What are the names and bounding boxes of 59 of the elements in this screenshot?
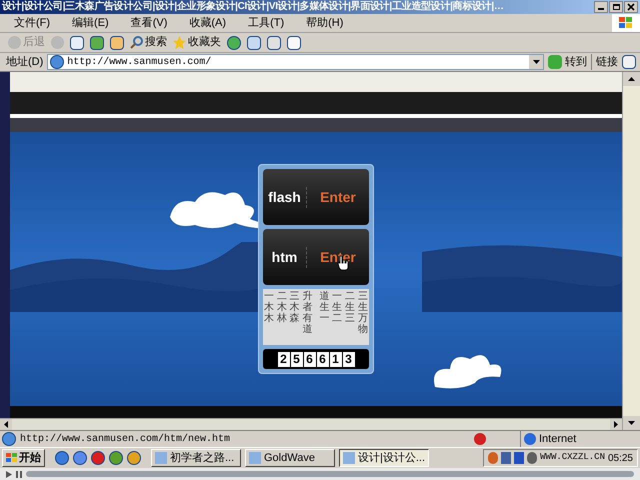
clock: 05:25 xyxy=(608,452,633,466)
counter-digit: 2 xyxy=(278,352,290,366)
scroll-up-icon[interactable] xyxy=(628,77,635,81)
close-button[interactable] xyxy=(624,1,638,13)
restore-button[interactable] xyxy=(609,1,623,13)
start-button[interactable]: 开始 xyxy=(2,449,45,467)
favorites-button[interactable]: 收藏夹 xyxy=(173,34,221,51)
dropdown-button[interactable] xyxy=(529,55,543,69)
poem-column: 一木木 xyxy=(264,291,274,345)
counter-digit: 6 xyxy=(316,352,328,366)
task-button[interactable]: GoldWave xyxy=(245,449,335,467)
links-button[interactable]: 链接 xyxy=(591,54,618,70)
star-icon xyxy=(173,36,186,49)
task-button[interactable]: 设计|设计公... xyxy=(339,449,429,467)
window-icon xyxy=(343,452,355,464)
menu-item[interactable]: 编辑(E) xyxy=(66,14,115,32)
search-button[interactable]: 搜索 xyxy=(130,34,167,51)
status-text: http://www.sanmusen.com/htm/new.htm xyxy=(20,432,232,446)
poem-column: 三木森 xyxy=(290,291,300,345)
menu-item[interactable]: 收藏(A) xyxy=(183,14,232,32)
windows-logo-icon xyxy=(612,14,640,32)
search-icon xyxy=(130,36,143,49)
caret-icon xyxy=(532,60,540,64)
menu-item[interactable]: 查看(V) xyxy=(124,14,174,32)
window-icon xyxy=(249,452,261,464)
scroll-right-icon[interactable] xyxy=(614,421,618,428)
window-title: 设计|设计公司|三木森广告设计公司|设计|企业形象设计|CI设计|VI设计|多媒体设计|界面设计|工业造型设计|商标设计|… xyxy=(2,2,505,12)
poem-column: 二生三 xyxy=(345,291,356,345)
scroll-down-icon[interactable] xyxy=(628,421,635,425)
poem-column: 升者有道 xyxy=(302,291,313,345)
minimize-button[interactable] xyxy=(594,1,608,13)
poem-column: 二木林 xyxy=(276,291,287,345)
scroll-left-icon[interactable] xyxy=(4,421,8,428)
tray-text: WWW.CXZZL.CN xyxy=(540,451,605,464)
play-icon[interactable] xyxy=(6,470,12,478)
menu-item[interactable]: 工具(T) xyxy=(242,14,290,32)
address-field[interactable]: http://www.sanmusen.com/ xyxy=(47,54,544,70)
menu-item[interactable]: 帮助(H) xyxy=(300,14,350,32)
entry-label: flash xyxy=(263,186,307,208)
task-button[interactable]: 初学者之路... xyxy=(151,449,241,467)
horizontal-scrollbar[interactable] xyxy=(0,418,622,430)
counter-digit: 1 xyxy=(330,352,342,366)
address-label: 地址(D) xyxy=(6,54,44,70)
poem-column: 道生一 xyxy=(319,291,330,345)
window-icon xyxy=(155,452,167,464)
go-button[interactable]: 转到 xyxy=(548,54,587,70)
entry-label: htm xyxy=(263,246,307,268)
vertical-scrollbar[interactable] xyxy=(622,72,640,430)
poem-column: 一生二 xyxy=(332,291,342,345)
progress-track[interactable] xyxy=(26,471,634,477)
poem-column: 三生万物 xyxy=(358,291,368,345)
counter-digit: 3 xyxy=(342,352,354,366)
windows-logo-icon xyxy=(6,453,17,463)
counter-digit: 5 xyxy=(290,352,302,366)
counter-digit: 6 xyxy=(304,352,316,366)
enter-link[interactable]: Enter xyxy=(307,186,369,208)
pause-icon[interactable] xyxy=(16,470,22,478)
menu-item[interactable]: 文件(F) xyxy=(8,14,56,32)
zone-text: Internet xyxy=(539,432,576,447)
